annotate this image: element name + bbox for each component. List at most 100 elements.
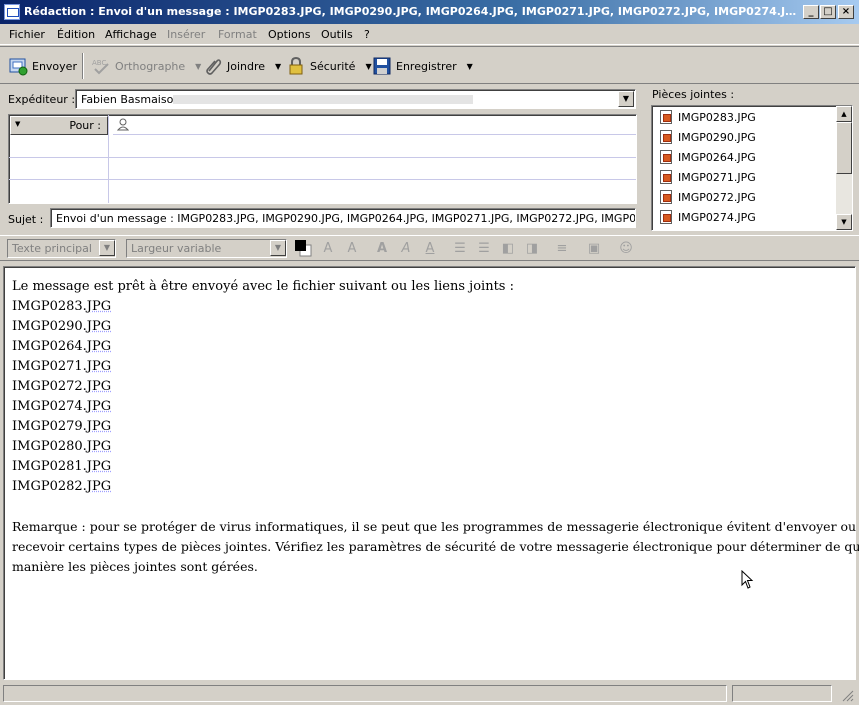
bold-icon[interactable]: A	[374, 241, 390, 257]
redacted-email	[173, 95, 473, 104]
attachment-item[interactable]: IMGP0283.JPG	[660, 108, 756, 126]
attachment-item[interactable]: IMGP0271.JPG	[660, 168, 756, 186]
body-file-line: IMGP0280.JPG	[12, 437, 847, 457]
body-file-line: IMGP0272.JPG	[12, 377, 847, 397]
status-bar	[0, 682, 859, 705]
image-file-icon	[660, 170, 672, 184]
spelling-dropdown-arrow-icon[interactable]: ▼	[195, 62, 201, 71]
recipient-row-empty[interactable]	[9, 136, 636, 157]
toolbar-separator	[82, 53, 84, 79]
bulleted-list-icon[interactable]: ☰	[452, 241, 468, 257]
body-file-line: IMGP0281.JPG	[12, 457, 847, 477]
attach-dropdown-arrow-icon[interactable]: ▼	[275, 62, 281, 71]
save-label: Enregistrer	[396, 60, 457, 73]
body-intro: Le message est prêt à être envoyé avec l…	[12, 277, 847, 297]
recipients-grid: ▼ Pour :	[8, 114, 637, 204]
to-input[interactable]	[113, 116, 636, 135]
svg-text:ABC: ABC	[92, 59, 106, 67]
format-toolbar: Texte principal ▼ Largeur variable ▼ A A…	[0, 235, 859, 261]
menu-edit[interactable]: Édition	[57, 28, 95, 41]
menu-tools[interactable]: Outils	[321, 28, 353, 41]
menu-format[interactable]: Format	[218, 28, 257, 41]
from-value: Fabien Basmaison	[81, 93, 180, 106]
attachments-scrollbar[interactable]: ▲ ▼	[836, 106, 852, 230]
insert-image-icon[interactable]: ▣	[586, 241, 602, 257]
subject-input[interactable]: Envoi d'un message : IMGP0283.JPG, IMGP0…	[50, 208, 636, 228]
menu-options[interactable]: Options	[268, 28, 310, 41]
security-label: Sécurité	[310, 60, 355, 73]
attachments-list: IMGP0283.JPG IMGP0290.JPG IMGP0264.JPG I…	[651, 105, 853, 231]
floppy-disk-icon	[372, 56, 392, 76]
security-button[interactable]: Sécurité ▼	[286, 53, 372, 79]
from-select[interactable]: Fabien Basmaison ▼	[75, 89, 636, 109]
save-button[interactable]: Enregistrer ▼	[372, 53, 473, 79]
scroll-down-arrow-icon[interactable]: ▼	[836, 214, 852, 230]
image-file-icon	[660, 110, 672, 124]
title-bar: Rédaction : Envoi d'un message : IMGP028…	[0, 0, 859, 24]
menu-view[interactable]: Affichage	[105, 28, 157, 41]
security-dropdown-arrow-icon[interactable]: ▼	[365, 62, 371, 71]
spelling-button[interactable]: ABC Orthographe ▼	[91, 53, 201, 79]
paperclip-icon	[203, 56, 223, 76]
outdent-icon[interactable]: ◧	[500, 241, 516, 257]
send-icon	[8, 56, 28, 76]
body-file-line: IMGP0274.JPG	[12, 397, 847, 417]
spell-check-icon: ABC	[91, 56, 111, 76]
image-file-icon	[660, 150, 672, 164]
larger-font-icon[interactable]: A	[344, 241, 360, 257]
status-progress-panel	[732, 685, 832, 702]
grid-row-divider	[9, 179, 636, 180]
status-main-panel	[3, 685, 727, 702]
font-select[interactable]: Largeur variable ▼	[126, 239, 287, 258]
align-icon[interactable]: ≡	[554, 241, 570, 257]
paragraph-style-arrow-icon[interactable]: ▼	[99, 240, 115, 256]
underline-icon[interactable]: A	[422, 241, 438, 257]
minimize-button[interactable]: _	[803, 5, 819, 19]
body-remark: manière les pièces jointes sont gérées.	[12, 557, 847, 577]
smaller-font-icon[interactable]: A	[320, 241, 336, 257]
body-blank-line	[12, 497, 847, 517]
image-file-icon	[660, 130, 672, 144]
text-color-icon[interactable]	[294, 239, 312, 257]
body-file-line: IMGP0282.JPG	[12, 477, 847, 497]
italic-icon[interactable]: A	[398, 241, 414, 257]
send-button[interactable]: Envoyer	[8, 53, 77, 79]
paragraph-style-select[interactable]: Texte principal ▼	[7, 239, 116, 258]
window-title: Rédaction : Envoi d'un message : IMGP028…	[24, 5, 799, 18]
body-file-line: IMGP0279.JPG	[12, 417, 847, 437]
from-dropdown-arrow-icon[interactable]: ▼	[618, 91, 634, 107]
menu-help[interactable]: ?	[364, 28, 370, 41]
body-file-line: IMGP0290.JPG	[12, 317, 847, 337]
save-dropdown-arrow-icon[interactable]: ▼	[467, 62, 473, 71]
scroll-thumb[interactable]	[836, 122, 852, 174]
scroll-up-arrow-icon[interactable]: ▲	[836, 106, 852, 122]
grid-row-divider	[9, 157, 636, 158]
body-file-line: IMGP0271.JPG	[12, 357, 847, 377]
subject-label: Sujet :	[8, 213, 43, 226]
attachment-item[interactable]: IMGP0274.JPG	[660, 208, 756, 226]
lock-icon	[286, 56, 306, 76]
maximize-button[interactable]: □	[820, 5, 836, 19]
menu-insert[interactable]: Insérer	[167, 28, 205, 41]
mouse-cursor-icon	[741, 570, 755, 590]
recipient-type-select[interactable]: ▼ Pour :	[10, 116, 108, 135]
attachment-item[interactable]: IMGP0290.JPG	[660, 128, 756, 146]
grid-column-divider	[108, 115, 109, 203]
attachment-item[interactable]: IMGP0272.JPG	[660, 188, 756, 206]
recipient-type-label: Pour :	[69, 119, 101, 132]
menu-file[interactable]: Fichier	[9, 28, 45, 41]
indent-icon[interactable]: ◨	[524, 241, 540, 257]
spelling-label: Orthographe	[115, 60, 185, 73]
attachment-item[interactable]: IMGP0264.JPG	[660, 148, 756, 166]
body-file-line: IMGP0283.JPG	[12, 297, 847, 317]
font-select-arrow-icon[interactable]: ▼	[270, 240, 286, 256]
body-remark: recevoir certains types de pièces jointe…	[12, 537, 847, 557]
resize-grip-icon[interactable]	[840, 688, 854, 702]
attach-button[interactable]: Joindre ▼	[203, 53, 281, 79]
close-button[interactable]: ×	[838, 5, 854, 19]
message-body-editor[interactable]: Le message est prêt à être envoyé avec l…	[3, 266, 856, 680]
image-file-icon	[660, 210, 672, 224]
numbered-list-icon[interactable]: ☰	[476, 241, 492, 257]
menu-bar: Fichier Édition Affichage Insérer Format…	[0, 24, 859, 45]
smiley-icon[interactable]: ☺	[618, 241, 634, 257]
